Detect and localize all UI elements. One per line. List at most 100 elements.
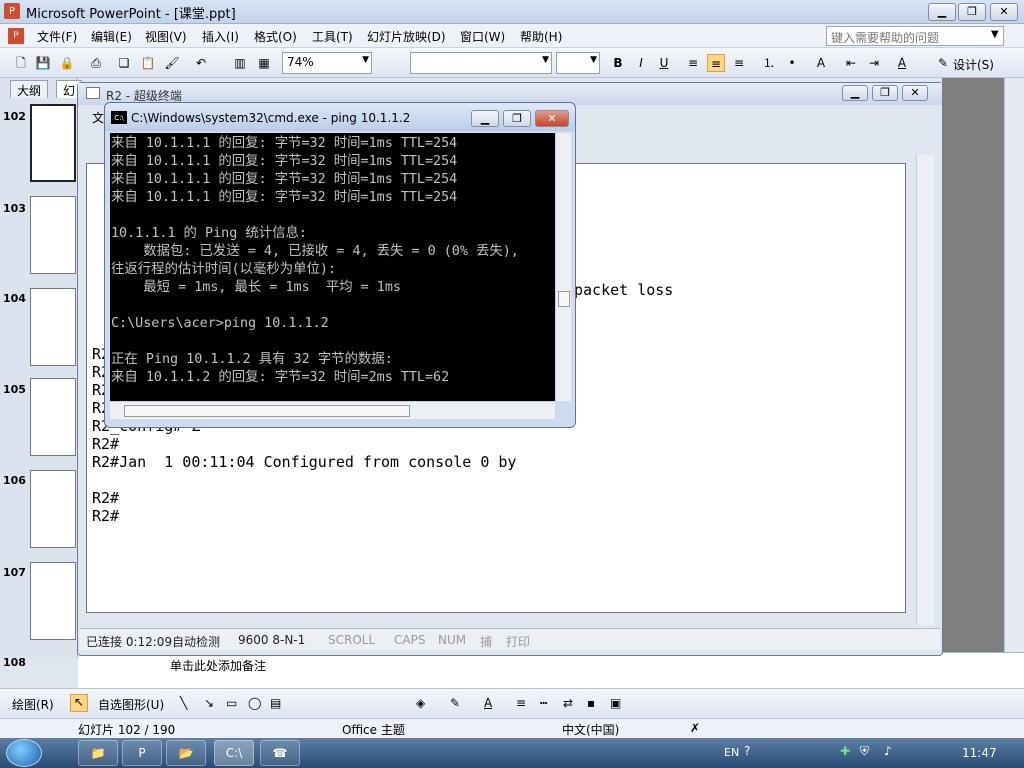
- maximize-button[interactable]: ❐: [503, 110, 531, 127]
- cmd-task-icon[interactable]: C:\: [214, 740, 254, 766]
- save-icon[interactable]: 💾: [34, 54, 52, 72]
- select-arrow-icon[interactable]: ↖: [70, 694, 88, 712]
- menu-file[interactable]: 文件(F): [37, 28, 77, 45]
- network-icon[interactable]: ✚: [840, 744, 850, 758]
- help-dropdown-icon[interactable]: ▼: [991, 29, 999, 40]
- shield-icon[interactable]: ⛨: [860, 744, 869, 759]
- dash-style-icon[interactable]: ┅: [540, 696, 547, 710]
- close-button[interactable]: ✕: [902, 85, 928, 101]
- undo-icon[interactable]: ↶: [192, 54, 210, 72]
- design-icon[interactable]: ✎: [934, 54, 952, 72]
- bold-icon[interactable]: B: [609, 54, 627, 72]
- zoom-select[interactable]: 74% ▼: [282, 52, 372, 74]
- menu-window[interactable]: 窗口(W): [460, 28, 505, 45]
- menu-format[interactable]: 格式(O): [254, 28, 297, 45]
- minimize-button[interactable]: ▁: [928, 3, 956, 21]
- chevron-down-icon: ▼: [542, 55, 549, 65]
- help-search-input[interactable]: 键入需要帮助的问题: [826, 26, 1004, 46]
- volume-icon[interactable]: ♪: [884, 744, 892, 758]
- menu-edit[interactable]: 编辑(E): [91, 28, 132, 45]
- increase-indent-icon[interactable]: ⇥: [865, 54, 883, 72]
- menu-slideshow[interactable]: 幻灯片放映(D): [367, 28, 446, 45]
- underline-icon[interactable]: U: [655, 54, 673, 72]
- slide-thumbnail[interactable]: [30, 288, 76, 366]
- scroll-thumb[interactable]: [558, 291, 570, 307]
- slide-thumbnail[interactable]: [30, 562, 76, 640]
- language-indicator: 中文(中国): [562, 723, 620, 737]
- bullets-icon[interactable]: •: [783, 54, 801, 72]
- powerpoint-task-icon[interactable]: P: [122, 740, 162, 766]
- permission-icon[interactable]: 🔒: [58, 54, 76, 72]
- align-right-icon[interactable]: ≡: [730, 54, 748, 72]
- cmd-line: 来自 10.1.1.1 的回复: 字节=32 时间=1ms TTL=254: [111, 154, 458, 169]
- font-color-icon[interactable]: A: [484, 696, 492, 710]
- tab-outline[interactable]: 大纲: [10, 80, 49, 98]
- language-bar[interactable]: EN: [724, 746, 739, 759]
- decrease-indent-icon[interactable]: ⇤: [842, 54, 860, 72]
- menu-file[interactable]: 文: [92, 109, 104, 126]
- line-icon[interactable]: ╲: [180, 696, 187, 710]
- terminal-scrollbar[interactable]: [916, 155, 934, 625]
- status-connected: 已连接 0:12:09: [86, 635, 173, 649]
- italic-icon[interactable]: I: [632, 54, 650, 72]
- fill-color-icon[interactable]: ◈: [416, 696, 425, 710]
- autoshapes-menu[interactable]: 自选图形(U): [98, 696, 164, 713]
- hyperterminal-task-icon[interactable]: ☎: [260, 740, 300, 766]
- line-color-icon[interactable]: ✎: [450, 696, 460, 710]
- new-icon[interactable]: 🗋: [12, 54, 30, 72]
- cmd-vertical-scrollbar[interactable]: [555, 133, 571, 401]
- draw-menu[interactable]: 绘图(R): [12, 696, 54, 713]
- line-style-icon[interactable]: ≡: [516, 696, 526, 710]
- menu-bar: P 文件(F) 编辑(E) 视图(V) 插入(I) 格式(O) 工具(T) 幻灯…: [0, 24, 1024, 48]
- font-name-select[interactable]: ▼: [410, 52, 552, 74]
- help-icon[interactable]: ?: [744, 744, 750, 758]
- arrow-style-icon[interactable]: ⇄: [563, 696, 573, 710]
- chart-icon[interactable]: ▥: [231, 54, 249, 72]
- design-button[interactable]: 设计(S): [953, 56, 994, 73]
- vertical-scrollbar[interactable]: [1004, 78, 1024, 658]
- font-grow-icon[interactable]: A: [812, 54, 830, 72]
- explorer-task-icon[interactable]: 📁: [78, 740, 118, 766]
- print-icon[interactable]: ⎙: [87, 54, 105, 72]
- slide-thumbnail[interactable]: [30, 104, 76, 182]
- font-color-icon[interactable]: A: [893, 54, 911, 72]
- status-capture: 捕: [480, 635, 493, 649]
- rectangle-icon[interactable]: ▭: [226, 696, 237, 710]
- align-left-icon[interactable]: ≡: [684, 54, 702, 72]
- theme-name: Office 主题: [342, 723, 405, 737]
- table-icon[interactable]: ▦: [255, 54, 273, 72]
- format-painter-icon[interactable]: 🖌: [163, 54, 181, 72]
- folder-task-icon[interactable]: 📂: [166, 740, 206, 766]
- menu-tools[interactable]: 工具(T): [312, 28, 353, 45]
- numbering-icon[interactable]: ⒈: [760, 54, 778, 72]
- paste-icon[interactable]: 📋: [139, 54, 157, 72]
- font-size-select[interactable]: ▼: [556, 52, 600, 74]
- cmd-output[interactable]: 来自 10.1.1.1 的回复: 字节=32 时间=1ms TTL=254 来自 …: [110, 133, 555, 401]
- slide-thumbnail[interactable]: [30, 378, 76, 456]
- cmd-line: 来自 10.1.1.1 的回复: 字节=32 时间=1ms TTL=254: [111, 136, 458, 151]
- scroll-thumb[interactable]: [124, 405, 410, 417]
- start-button[interactable]: [6, 739, 42, 767]
- menu-view[interactable]: 视图(V): [145, 28, 187, 45]
- slide-thumbnail[interactable]: [30, 196, 76, 274]
- oval-icon[interactable]: ◯: [248, 696, 261, 710]
- shadow-icon[interactable]: ▪: [587, 696, 595, 710]
- copy-icon[interactable]: ❏: [115, 54, 133, 72]
- cmd-horizontal-scrollbar[interactable]: [110, 401, 555, 419]
- maximize-button[interactable]: ❐: [872, 85, 898, 101]
- notes-pane[interactable]: 单击此处添加备注: [78, 652, 1024, 688]
- close-button[interactable]: ✕: [990, 3, 1018, 21]
- slide-number: 107: [3, 566, 26, 579]
- maximize-button[interactable]: ❐: [958, 3, 986, 21]
- menu-insert[interactable]: 插入(I): [202, 28, 239, 45]
- align-center-icon[interactable]: ≡: [707, 54, 725, 72]
- slide-thumbnail[interactable]: [30, 470, 76, 548]
- close-button[interactable]: ✕: [535, 110, 569, 127]
- minimize-button[interactable]: ▁: [471, 110, 499, 127]
- menu-help[interactable]: 帮助(H): [520, 28, 562, 45]
- minimize-button[interactable]: ▁: [842, 85, 868, 101]
- system-clock[interactable]: 11:47: [962, 746, 997, 760]
- arrow-icon[interactable]: ↘: [204, 696, 214, 710]
- 3d-icon[interactable]: ▣: [610, 696, 621, 710]
- textbox-icon[interactable]: ▤: [270, 696, 281, 710]
